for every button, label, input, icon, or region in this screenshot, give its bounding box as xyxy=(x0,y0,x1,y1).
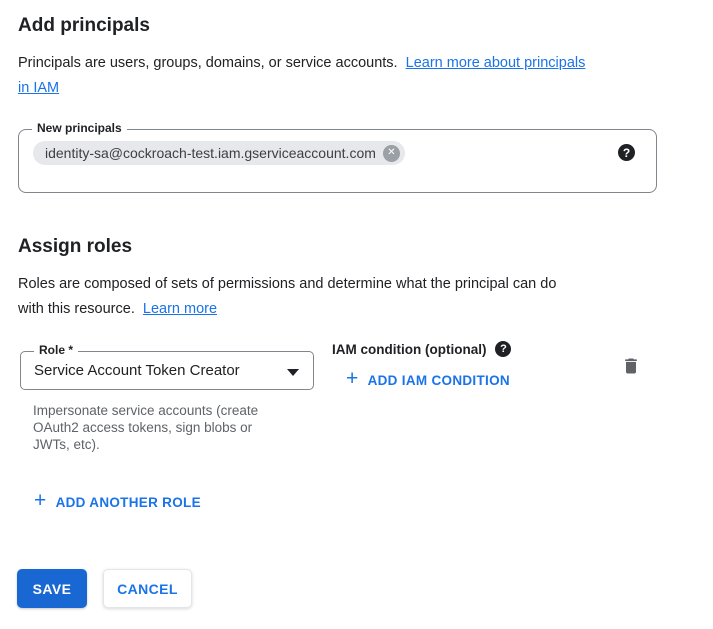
learn-more-roles-link[interactable]: Learn more xyxy=(143,301,217,317)
role-select[interactable]: Role * Service Account Token Creator xyxy=(20,351,314,390)
delete-role-button[interactable] xyxy=(618,353,644,379)
roles-description: Roles are composed of sets of permission… xyxy=(18,272,666,322)
learn-more-principals-link-line2: in IAM xyxy=(18,80,59,96)
add-principals-panel: Add principals Principals are users, gro… xyxy=(0,0,713,629)
iam-condition-header: IAM condition (optional) ? xyxy=(332,341,511,357)
plus-icon: + xyxy=(346,371,359,387)
iam-condition-help-icon[interactable]: ? xyxy=(495,341,511,357)
principals-description-text: Principals are users, groups, domains, o… xyxy=(18,55,398,71)
add-principals-title: Add principals xyxy=(18,14,150,37)
cancel-button[interactable]: CANCEL xyxy=(103,569,192,608)
roles-description-line2: with this resource. xyxy=(18,301,135,317)
iam-condition-label: IAM condition (optional) xyxy=(332,342,486,357)
principal-chip[interactable]: identity-sa@cockroach-test.iam.gservicea… xyxy=(33,141,405,165)
role-description-line2: OAuth2 access tokens, sign blobs or xyxy=(33,420,252,435)
assign-roles-title: Assign roles xyxy=(18,235,132,258)
role-description: Impersonate service accounts (create OAu… xyxy=(33,402,318,453)
chip-remove-icon[interactable]: ✕ xyxy=(383,145,400,162)
add-iam-condition-button[interactable]: + ADD IAM CONDITION xyxy=(346,372,510,388)
role-description-line3: JWTs, etc). xyxy=(33,437,100,452)
role-description-line1: Impersonate service accounts (create xyxy=(33,403,258,418)
delete-icon xyxy=(621,356,641,376)
add-iam-condition-label: ADD IAM CONDITION xyxy=(368,373,510,388)
new-principals-label: New principals xyxy=(32,121,127,136)
save-button[interactable]: SAVE xyxy=(17,569,87,608)
add-another-role-button[interactable]: + ADD ANOTHER ROLE xyxy=(34,494,201,510)
new-principals-field[interactable]: New principals identity-sa@cockroach-tes… xyxy=(18,129,657,193)
plus-icon: + xyxy=(34,493,47,509)
roles-description-line1: Roles are composed of sets of permission… xyxy=(18,276,556,292)
principal-chip-text: identity-sa@cockroach-test.iam.gservicea… xyxy=(45,145,376,161)
role-label: Role * xyxy=(34,343,78,358)
learn-more-principals-link-line1: Learn more about principals xyxy=(406,55,586,71)
role-selected-value: Service Account Token Creator xyxy=(21,362,240,379)
new-principals-help-icon[interactable]: ? xyxy=(618,144,635,161)
add-another-role-label: ADD ANOTHER ROLE xyxy=(56,495,201,510)
dropdown-arrow-icon xyxy=(287,369,299,376)
principals-description: Principals are users, groups, domains, o… xyxy=(18,51,666,101)
